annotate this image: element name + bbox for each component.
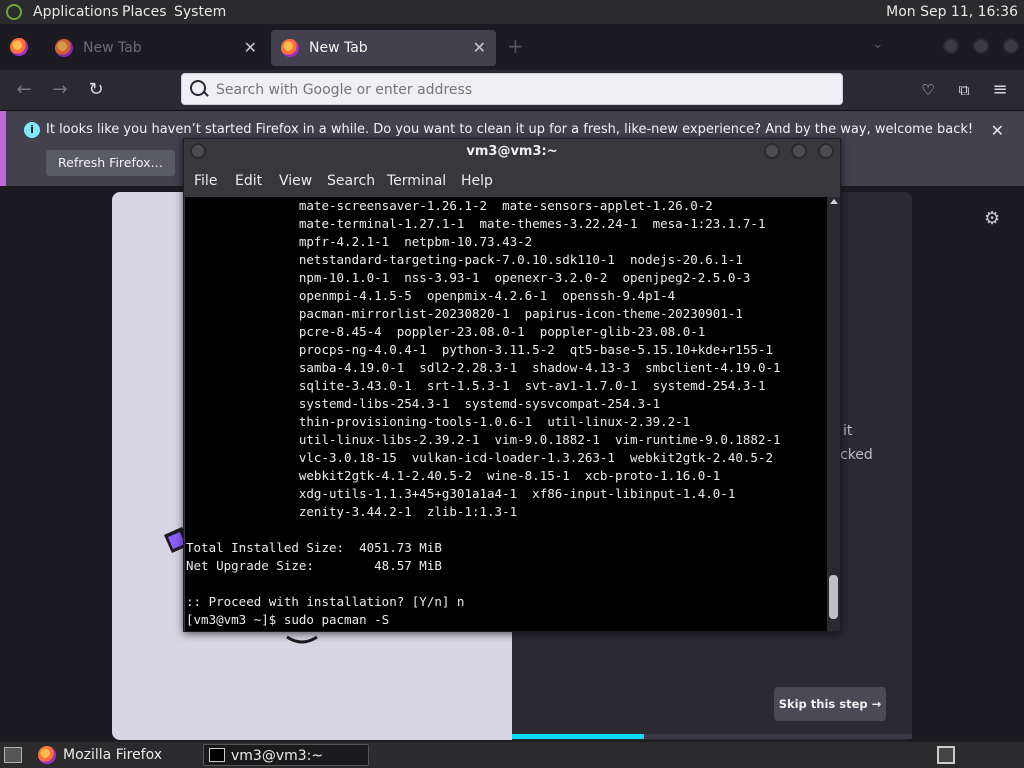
close-tab-icon[interactable]: ✕	[473, 38, 486, 57]
clock[interactable]: Mon Sep 11, 16:36	[886, 4, 1018, 20]
list-tabs-chevron-icon[interactable]: ⌄	[872, 36, 884, 52]
minimize-button[interactable]	[764, 143, 780, 159]
mate-logo-icon[interactable]	[6, 4, 22, 20]
firefox-favicon-icon	[281, 39, 299, 57]
menu-file[interactable]: File	[194, 173, 217, 189]
forward-arrow-icon[interactable]: →	[48, 78, 72, 102]
terminal-window[interactable]: vm3@vm3:~ File Edit View Search Terminal…	[183, 138, 841, 632]
url-input[interactable]	[214, 78, 818, 102]
skip-step-button[interactable]: Skip this step →	[774, 687, 886, 721]
firefox-icon	[38, 746, 56, 764]
maximize-button[interactable]	[973, 38, 989, 54]
arrow-right-icon: →	[871, 697, 882, 711]
terminal-output: mate-screensaver-1.26.1-2 mate-sensors-a…	[186, 198, 781, 627]
scroll-up-arrow-icon[interactable]	[830, 199, 838, 204]
search-icon	[190, 80, 206, 96]
terminal-titlebar[interactable]: vm3@vm3:~	[184, 139, 840, 165]
terminal-title: vm3@vm3:~	[466, 144, 558, 159]
taskbar-firefox[interactable]: Mozilla Firefox	[34, 744, 200, 766]
menu-search[interactable]: Search	[327, 173, 375, 189]
minimize-button[interactable]	[943, 38, 959, 54]
onboarding-partial-text: it	[843, 423, 853, 439]
terminal-icon	[209, 748, 225, 762]
places-menu[interactable]: Places	[122, 4, 167, 20]
close-button[interactable]	[818, 143, 834, 159]
gear-icon[interactable]: ⚙	[984, 210, 1002, 228]
onboarding-partial-text: cked	[840, 447, 873, 463]
menu-view[interactable]: View	[279, 173, 312, 189]
back-arrow-icon[interactable]: ←	[12, 78, 36, 102]
applications-menu[interactable]: Applications	[33, 4, 119, 20]
terminal-menubar: File Edit View Search Terminal Help	[184, 167, 840, 197]
tab-new-tab-2[interactable]: New Tab ✕	[271, 30, 496, 66]
workspace-switcher[interactable]	[937, 746, 955, 764]
refresh-firefox-button[interactable]: Refresh Firefox…	[46, 150, 176, 176]
maximize-button[interactable]	[791, 143, 807, 159]
taskbar-label: vm3@vm3:~	[231, 748, 324, 764]
info-icon: i	[24, 122, 40, 138]
firefox-tabstrip: New Tab ✕ New Tab ✕ + ⌄	[0, 24, 1024, 70]
tab-label: New Tab	[309, 40, 368, 56]
new-tab-icon[interactable]: +	[507, 34, 524, 58]
onboarding-progress-bar	[512, 734, 912, 739]
terminal-screen[interactable]: mate-screensaver-1.26.1-2 mate-sensors-a…	[185, 197, 827, 631]
menu-edit[interactable]: Edit	[235, 173, 262, 189]
taskbar-label: Mozilla Firefox	[63, 747, 163, 763]
url-bar[interactable]	[181, 73, 843, 105]
extensions-puzzle-icon[interactable]: ⧉	[952, 78, 976, 102]
reload-icon[interactable]: ↻	[84, 78, 108, 102]
scrollbar-thumb[interactable]	[829, 575, 838, 619]
firefox-favicon-icon	[55, 39, 73, 57]
menu-terminal[interactable]: Terminal	[387, 173, 446, 189]
close-tab-icon[interactable]: ✕	[244, 38, 257, 57]
menu-help[interactable]: Help	[461, 173, 493, 189]
firefox-view-icon[interactable]	[10, 38, 28, 56]
firefox-navbar: ← → ↻ ♡ ⧉ ≡	[0, 70, 1024, 111]
system-menu[interactable]: System	[174, 4, 226, 20]
close-window-button[interactable]	[1003, 38, 1019, 54]
progress-fill	[512, 734, 644, 739]
pocket-icon[interactable]: ♡	[916, 78, 940, 102]
tab-label: New Tab	[83, 40, 142, 56]
tab-new-tab-1[interactable]: New Tab ✕	[45, 30, 267, 66]
show-desktop-icon[interactable]	[4, 747, 22, 763]
notification-message: It looks like you haven’t started Firefo…	[46, 122, 974, 137]
hamburger-menu-icon[interactable]: ≡	[988, 78, 1012, 102]
terminal-scrollbar[interactable]	[827, 197, 840, 631]
close-notification-icon[interactable]: ✕	[991, 121, 1004, 140]
top-panel: Applications Places System Mon Sep 11, 1…	[0, 0, 1024, 24]
bottom-panel: Mozilla Firefox vm3@vm3:~	[0, 742, 1024, 768]
taskbar-terminal[interactable]: vm3@vm3:~	[203, 744, 369, 766]
skip-button-label: Skip this step	[778, 697, 868, 711]
